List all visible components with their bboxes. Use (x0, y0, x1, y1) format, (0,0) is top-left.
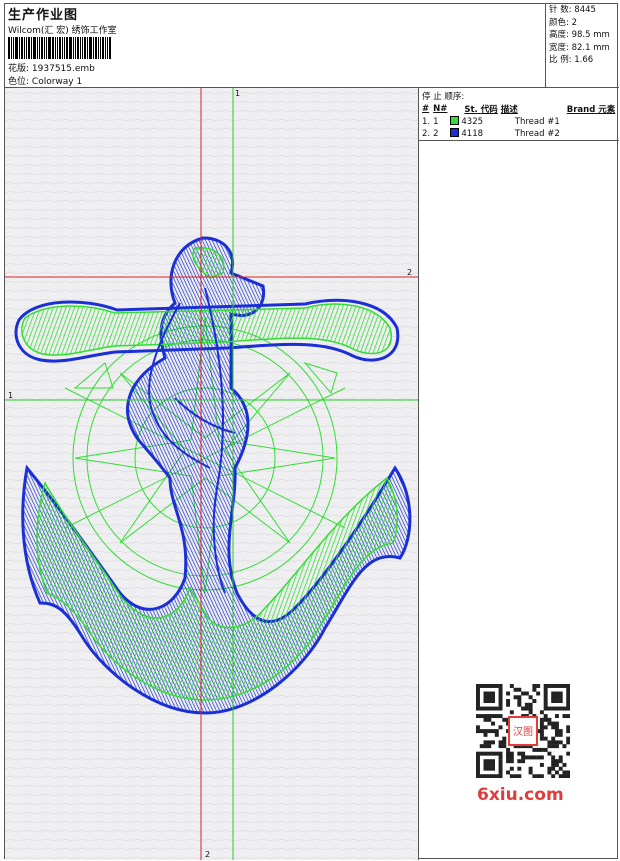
col-index: # (422, 104, 430, 114)
barcode-bar (15, 37, 18, 59)
barcode-bar (46, 37, 47, 59)
barcode-bar (28, 37, 30, 59)
design-specs: 针 数: 8445 颜色: 2 高度: 98.5 mm 宽度: 82.1 mm … (546, 4, 619, 88)
thread-swatch (450, 116, 460, 125)
barcode-bar (109, 37, 111, 59)
barcode-bar (37, 37, 38, 59)
barcode-bar (33, 37, 36, 59)
col-description: 描述 (500, 105, 518, 115)
barcode-bar (107, 37, 108, 59)
table-row: 2. 2 4118 Thread #2 (422, 128, 560, 139)
barcode-bar (21, 37, 23, 59)
barcode-bar (66, 37, 68, 59)
stop-sequence-table: # N# St. 代码 描述 Brand 元素 1. 1 4325 Thread… (422, 103, 618, 139)
qr-code: 汉图 (476, 684, 570, 778)
embroidery-design (5, 88, 418, 860)
barcode-bar (39, 37, 40, 59)
axis-label-vertical-green: 1 (235, 89, 241, 98)
seal-stamp-text: 汉图 (513, 726, 533, 738)
design-canvas: 1 1 2 2 (5, 88, 419, 860)
spec-colors: 颜色: 2 (549, 17, 577, 28)
spec-scale: 比 例: 1.66 (549, 55, 594, 66)
col-brand: Brand 元素 (566, 105, 616, 115)
spec-height: 高度: 98.5 mm (549, 30, 610, 41)
barcode-bar (24, 37, 25, 59)
col-needle: N# (433, 104, 448, 114)
colorway-line: 色位: Colorway 1 (8, 74, 82, 87)
barcode-bar (52, 37, 54, 59)
axis-label-vertical-red: 2 (205, 850, 211, 859)
barcode-bar (64, 37, 65, 59)
barcode-bar (31, 37, 32, 59)
barcode-bar (69, 37, 72, 59)
barcode (8, 37, 143, 59)
axis-label-horizontal-red: 2 (407, 268, 413, 277)
barcode-bar (73, 37, 74, 59)
design-file-value: 1937515.emb (31, 64, 95, 74)
spec-width: 宽度: 82.1 mm (549, 42, 610, 53)
barcode-bar (8, 37, 10, 59)
barcode-bar (80, 37, 81, 59)
barcode-bar (11, 37, 12, 59)
barcode-bar (102, 37, 104, 59)
design-file-line: 花版: 1937515.emb (8, 61, 95, 74)
col-st: St. 代码 (464, 105, 498, 115)
design-label: 花版: (8, 64, 30, 74)
barcode-bar (48, 37, 51, 59)
barcode-bar (55, 37, 56, 59)
barcode-bar (84, 37, 86, 59)
barcode-bar (87, 37, 88, 59)
barcode-bar (59, 37, 61, 59)
barcode-bar (95, 37, 97, 59)
barcode-bar (62, 37, 63, 59)
spec-stitches: 针 数: 8445 (549, 5, 596, 15)
table-header-row: # N# St. 代码 描述 Brand 元素 (422, 103, 618, 115)
studio-name: Wilcom(汇 宏) 绣饰工作室 (8, 26, 117, 36)
barcode-bar (100, 37, 101, 59)
page-title: 生产作业图 (8, 8, 79, 23)
watermark-text: 6xiu.com (477, 785, 564, 805)
barcode-bar (13, 37, 14, 59)
axis-label-horizontal-green: 1 (8, 391, 14, 400)
stop-sequence-panel: 停 止 顺序: # N# St. 代码 描述 Brand 元素 1. 1 432… (419, 88, 619, 141)
barcode-bar (19, 37, 20, 59)
barcode-bar (98, 37, 99, 59)
colorway-label: 色位: (8, 77, 30, 87)
table-row: 1. 1 4325 Thread #1 (422, 116, 560, 127)
barcode-bar (44, 37, 45, 59)
barcode-bar (89, 37, 92, 59)
watermark: 汉图 6xiu.com (467, 677, 579, 809)
barcode-bar (41, 37, 43, 59)
stop-sequence-heading: 停 止 顺序: (422, 92, 465, 102)
barcode-bar (93, 37, 94, 59)
barcode-bar (75, 37, 76, 59)
thread-swatch (450, 128, 460, 137)
worksheet-header: 生产作业图 Wilcom(汇 宏) 绣饰工作室 花版: 1937515.emb … (5, 4, 546, 88)
barcode-bar (105, 37, 106, 59)
colorway-value: Colorway 1 (31, 77, 83, 87)
barcode-bar (82, 37, 83, 59)
barcode-bar (57, 37, 58, 59)
barcode-bar (77, 37, 79, 59)
barcode-bar (26, 37, 27, 59)
